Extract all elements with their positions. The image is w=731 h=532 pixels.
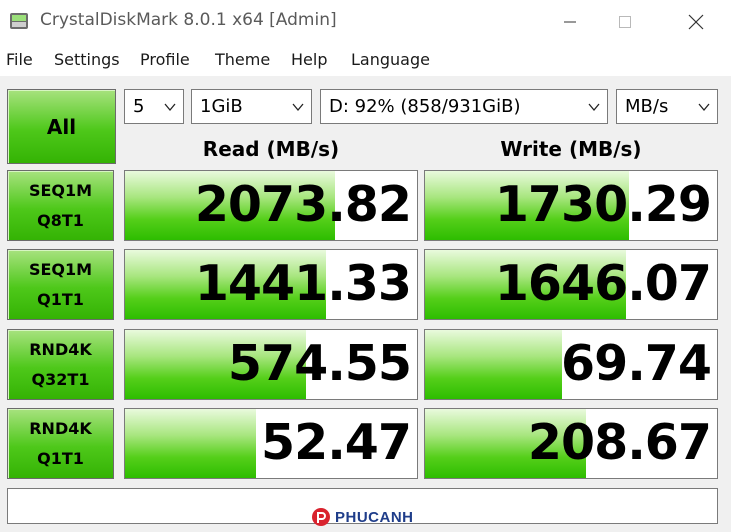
- write-value: 1646.07: [494, 255, 712, 312]
- menu-bar: File Settings Profile Theme Help Languag…: [0, 44, 731, 76]
- write-result-rnd4k-q32t1: 69.74: [424, 329, 718, 400]
- unit-value: MB/s: [625, 96, 669, 117]
- test-name-line2: Q32T1: [31, 369, 90, 389]
- read-result-rnd4k-q1t1: 52.47: [124, 408, 418, 479]
- chevron-down-icon: [588, 103, 600, 112]
- watermark-text: PHUCANH: [335, 508, 414, 526]
- all-button-label: All: [46, 114, 77, 139]
- window-title: CrystalDiskMark 8.0.1 x64 [Admin]: [40, 10, 337, 30]
- write-value: 69.74: [561, 335, 712, 392]
- test-name-line2: Q1T1: [37, 289, 84, 309]
- write-value: 1730.29: [494, 176, 712, 233]
- minimize-icon: [564, 21, 576, 23]
- write-header: Write (MB/s): [500, 137, 642, 161]
- test-count-select[interactable]: 5: [124, 89, 184, 124]
- test-button-seq1m-q8t1[interactable]: SEQ1M Q8T1: [7, 170, 114, 241]
- close-icon: [688, 14, 704, 30]
- close-button[interactable]: [664, 0, 728, 44]
- test-size-value: 1GiB: [200, 96, 243, 117]
- drive-select[interactable]: D: 92% (858/931GiB): [320, 89, 608, 124]
- test-button-rnd4k-q32t1[interactable]: RND4K Q32T1: [7, 329, 114, 400]
- menu-profile[interactable]: Profile: [140, 50, 190, 69]
- maximize-button[interactable]: [593, 0, 657, 44]
- read-result-rnd4k-q32t1: 574.55: [124, 329, 418, 400]
- write-result-seq1m-q1t1: 1646.07: [424, 249, 718, 320]
- test-count-value: 5: [133, 96, 145, 117]
- test-name-line1: RND4K: [29, 418, 92, 438]
- read-bar: [125, 409, 257, 478]
- menu-language[interactable]: Language: [351, 50, 430, 69]
- test-name-line1: SEQ1M: [28, 259, 93, 279]
- chevron-down-icon: [292, 103, 304, 112]
- maximize-icon: [619, 16, 631, 28]
- test-name-line1: RND4K: [29, 339, 92, 359]
- read-result-seq1m-q1t1: 1441.33: [124, 249, 418, 320]
- read-value: 52.47: [261, 414, 412, 471]
- write-result-seq1m-q8t1: 1730.29: [424, 170, 718, 241]
- test-name-line2: Q1T1: [37, 448, 84, 468]
- menu-file[interactable]: File: [6, 50, 33, 69]
- chevron-down-icon: [164, 103, 176, 112]
- test-name-line1: SEQ1M: [28, 180, 93, 200]
- write-result-rnd4k-q1t1: 208.67: [424, 408, 718, 479]
- all-button[interactable]: All: [7, 89, 116, 164]
- test-button-rnd4k-q1t1[interactable]: RND4K Q1T1: [7, 408, 114, 479]
- menu-theme[interactable]: Theme: [215, 50, 270, 69]
- phucanh-logo-icon: [312, 508, 330, 526]
- write-bar: [425, 330, 563, 399]
- title-bar: CrystalDiskMark 8.0.1 x64 [Admin]: [0, 0, 731, 44]
- read-header: Read (MB/s): [202, 137, 340, 161]
- read-value: 2073.82: [194, 176, 412, 233]
- menu-settings[interactable]: Settings: [54, 50, 120, 69]
- crystaldiskmark-icon: [10, 13, 28, 29]
- chevron-down-icon: [698, 103, 710, 112]
- write-value: 208.67: [527, 414, 712, 471]
- test-button-seq1m-q1t1[interactable]: SEQ1M Q1T1: [7, 249, 114, 320]
- test-name-line2: Q8T1: [37, 210, 84, 230]
- unit-select[interactable]: MB/s: [616, 89, 718, 124]
- test-size-select[interactable]: 1GiB: [191, 89, 312, 124]
- read-result-seq1m-q8t1: 2073.82: [124, 170, 418, 241]
- read-value: 574.55: [227, 335, 412, 392]
- menu-help[interactable]: Help: [291, 50, 327, 69]
- read-value: 1441.33: [194, 255, 412, 312]
- drive-value: D: 92% (858/931GiB): [329, 96, 521, 117]
- phucanh-watermark: PHUCANH: [311, 507, 414, 527]
